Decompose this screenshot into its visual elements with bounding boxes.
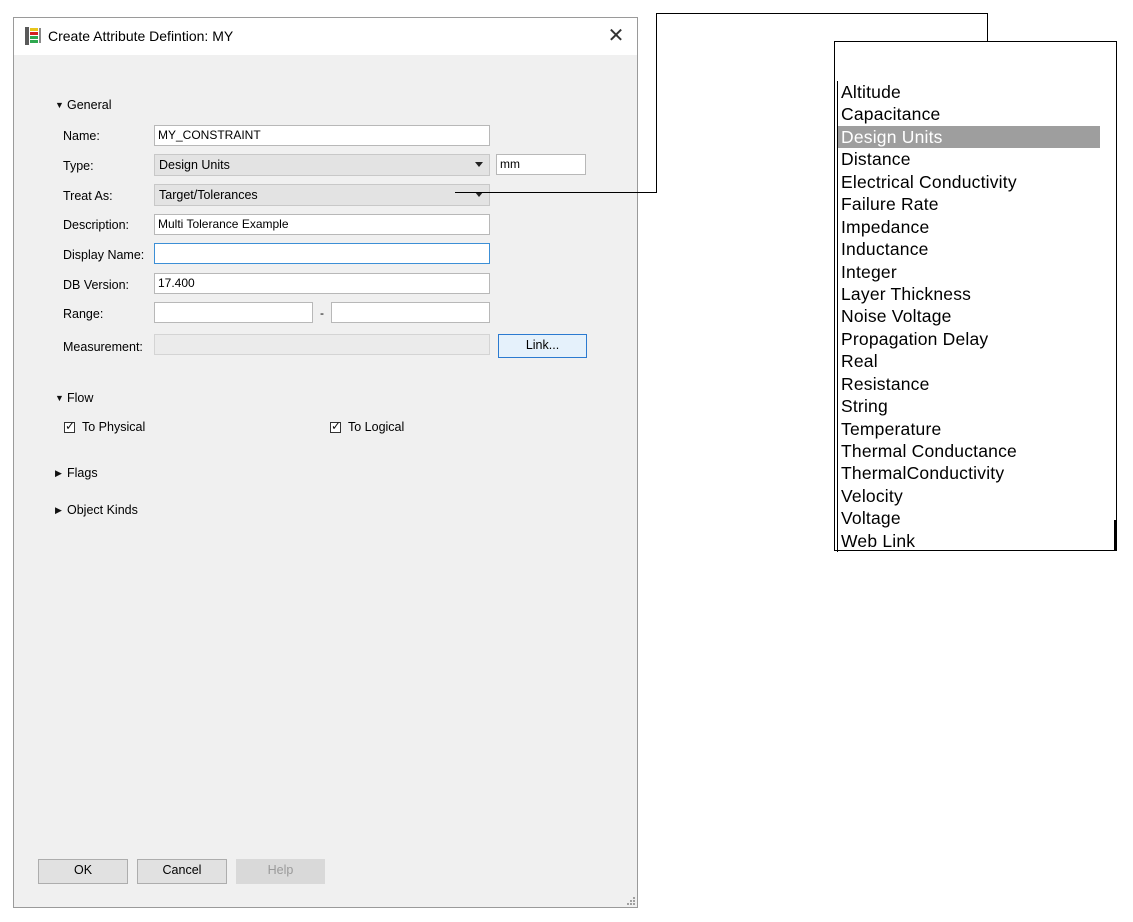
name-label: Name: — [63, 129, 100, 143]
link-button[interactable]: Link... — [498, 334, 587, 358]
treat-as-select-value: Target/Tolerances — [159, 188, 258, 202]
to-physical-label: To Physical — [82, 420, 146, 434]
ok-button[interactable]: OK — [38, 859, 128, 884]
section-flow-toggle[interactable]: ▼ Flow — [55, 391, 93, 405]
to-physical-checkbox[interactable]: ✓ To Physical — [64, 418, 146, 434]
treat-as-select[interactable]: Target/Tolerances — [154, 184, 490, 206]
attribute-table-icon — [25, 27, 41, 45]
range-label: Range: — [63, 307, 104, 321]
collapsed-triangle-icon: ▶ — [55, 504, 62, 515]
section-object-kinds-toggle[interactable]: ▶ Object Kinds — [55, 503, 138, 517]
measurement-label: Measurement: — [63, 340, 143, 354]
type-list-item[interactable]: Capacitance — [838, 103, 1100, 125]
section-general-toggle[interactable]: ▼ General — [55, 98, 111, 112]
dialog-title: Create Attribute Defintion: MY — [48, 28, 234, 44]
range-separator: - — [320, 306, 324, 320]
range-min-input[interactable] — [154, 302, 313, 323]
callout-line — [455, 192, 657, 193]
type-list-item[interactable]: Distance — [838, 148, 1100, 170]
type-dropdown-list[interactable]: Altitude Capacitance Design Units Distance E… — [834, 41, 1117, 553]
type-list-item[interactable]: Thermal Conductance — [838, 440, 1100, 462]
checkbox-box: ✓ — [330, 418, 342, 433]
type-list-item[interactable]: Voltage — [838, 507, 1100, 529]
title-bar[interactable]: Create Attribute Defintion: MY ✕ — [14, 18, 637, 55]
display-name-input[interactable] — [154, 243, 490, 264]
checkmark-icon: ✓ — [65, 418, 76, 433]
type-list-item[interactable]: Propagation Delay — [838, 328, 1100, 350]
type-list-item[interactable]: Inductance — [838, 238, 1100, 260]
type-list-item[interactable]: Web Link — [838, 530, 1100, 552]
type-list-item[interactable]: Real — [838, 350, 1100, 372]
chevron-down-icon — [475, 162, 483, 167]
type-label: Type: — [63, 159, 94, 173]
type-list-item[interactable]: Temperature — [838, 418, 1100, 440]
type-list-item[interactable]: Velocity — [838, 485, 1100, 507]
to-logical-checkbox[interactable]: ✓ To Logical — [330, 418, 405, 434]
type-list-items: Altitude Capacitance Design Units Distance E… — [837, 81, 1100, 553]
to-logical-label: To Logical — [348, 420, 405, 434]
display-name-label: Display Name: — [63, 248, 145, 262]
section-flags-label: Flags — [67, 466, 98, 480]
db-version-label: DB Version: — [63, 278, 130, 292]
name-input[interactable]: MY_CONSTRAINT — [154, 125, 490, 146]
type-list-item[interactable]: Altitude — [838, 81, 1100, 103]
create-attribute-dialog: Create Attribute Defintion: MY ✕ ▼ Gener… — [13, 17, 638, 908]
type-list-item[interactable]: ThermalConductivity — [838, 462, 1100, 484]
treat-as-label: Treat As: — [63, 189, 113, 203]
type-list-item[interactable]: Electrical Conductivity — [838, 171, 1100, 193]
type-list-item[interactable]: Integer — [838, 261, 1100, 283]
section-flags-toggle[interactable]: ▶ Flags — [55, 466, 98, 480]
description-label: Description: — [63, 218, 129, 232]
range-max-input[interactable] — [331, 302, 490, 323]
type-list-item[interactable]: Noise Voltage — [838, 305, 1100, 327]
callout-line — [656, 13, 657, 193]
measurement-input[interactable] — [154, 334, 490, 355]
checkbox-box: ✓ — [64, 418, 76, 433]
resize-grip-icon[interactable] — [625, 895, 635, 905]
section-general-label: General — [67, 98, 112, 112]
type-list-item[interactable]: Impedance — [838, 216, 1100, 238]
type-list-item[interactable]: Resistance — [838, 373, 1100, 395]
type-list-item[interactable]: Layer Thickness — [838, 283, 1100, 305]
type-select-value: Design Units — [159, 158, 230, 172]
type-list-item[interactable]: String — [838, 395, 1100, 417]
type-list-item[interactable]: Failure Rate — [838, 193, 1100, 215]
type-select[interactable]: Design Units — [154, 154, 490, 176]
unit-input[interactable]: mm — [496, 154, 586, 175]
expanded-triangle-icon: ▼ — [55, 100, 64, 110]
help-button[interactable]: Help — [236, 859, 325, 884]
section-object-kinds-label: Object Kinds — [67, 503, 138, 517]
collapsed-triangle-icon: ▶ — [55, 467, 62, 478]
checkmark-icon: ✓ — [331, 418, 342, 433]
close-icon[interactable]: ✕ — [601, 24, 631, 48]
expanded-triangle-icon: ▼ — [55, 393, 64, 403]
cancel-button[interactable]: Cancel — [137, 859, 227, 884]
description-input[interactable]: Multi Tolerance Example — [154, 214, 490, 235]
db-version-input[interactable]: 17.400 — [154, 273, 490, 294]
type-list-item[interactable]: Design Units — [838, 125, 1100, 149]
list-border — [1114, 520, 1116, 550]
callout-line — [656, 13, 988, 14]
section-flow-label: Flow — [67, 391, 94, 405]
